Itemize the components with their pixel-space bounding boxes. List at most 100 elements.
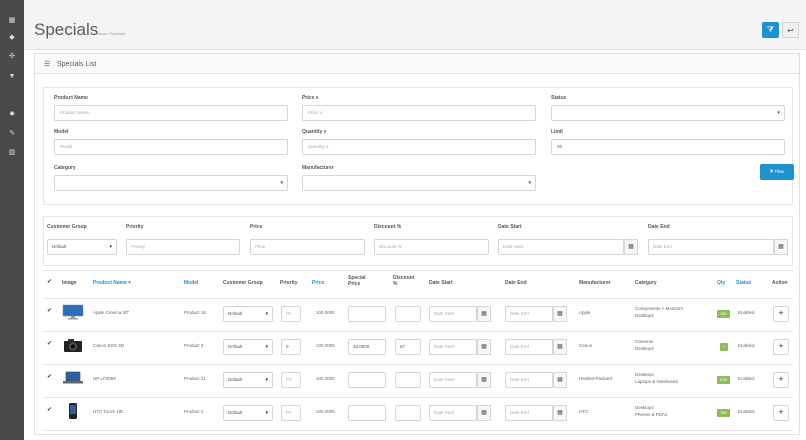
- limit-input[interactable]: 20: [551, 139, 785, 155]
- priority-input[interactable]: Pri: [281, 306, 301, 322]
- special-price-input[interactable]: 33.0000: [348, 339, 386, 355]
- cart-icon[interactable]: ▼: [0, 72, 24, 82]
- calendar-icon[interactable]: ▦: [477, 306, 491, 322]
- date-end-input[interactable]: Date End: [505, 405, 553, 421]
- divider: [43, 216, 44, 266]
- sf-discount-input[interactable]: Discount %: [374, 239, 489, 255]
- col-model[interactable]: Model: [184, 280, 198, 286]
- product-thumbnail: [62, 403, 84, 419]
- col-price[interactable]: Price: [312, 280, 324, 286]
- manufacturer: Hewlett-Packard: [579, 376, 613, 381]
- add-special-button[interactable]: +: [773, 306, 789, 322]
- reply-icon: ↩: [787, 26, 794, 35]
- sf-date-end-input[interactable]: Date End: [648, 239, 774, 255]
- qty-badge: 1000: [717, 376, 730, 384]
- back-button[interactable]: ↩: [782, 22, 799, 38]
- special-price-input[interactable]: [348, 306, 386, 322]
- sf-priority-label: Priority: [126, 224, 144, 230]
- date-end-input[interactable]: Date End: [505, 372, 553, 388]
- calendar-icon[interactable]: ▦: [553, 405, 567, 421]
- special-price-input[interactable]: [348, 405, 386, 421]
- add-special-button[interactable]: +: [773, 372, 789, 388]
- calendar-icon[interactable]: ▦: [477, 372, 491, 388]
- filter-toggle-button[interactable]: ⧩: [762, 22, 779, 38]
- quantity-input[interactable]: Quantity ≥: [302, 139, 536, 155]
- row-checkbox[interactable]: ✔: [47, 340, 52, 347]
- row-divider: [43, 430, 793, 431]
- date-start-input[interactable]: Date Start: [429, 405, 477, 421]
- discount-input[interactable]: [395, 405, 421, 421]
- special-price-input[interactable]: [348, 372, 386, 388]
- product-thumbnail: [62, 337, 84, 353]
- col-qty[interactable]: Qty: [717, 280, 725, 286]
- status-text: Enabled: [738, 409, 755, 414]
- customer-group-select[interactable]: Default ▾: [223, 372, 273, 388]
- discount-input[interactable]: 67: [395, 339, 421, 355]
- discount-input[interactable]: [395, 372, 421, 388]
- sf-customer-group-select[interactable]: Default ▾: [47, 239, 117, 255]
- date-start-input[interactable]: Date Start: [429, 306, 477, 322]
- puzzle-icon[interactable]: ✣: [0, 52, 24, 62]
- manufacturer: Apple: [579, 310, 591, 315]
- priority-input[interactable]: Pri: [281, 405, 301, 421]
- sf-date-end-label: Date End: [648, 224, 670, 230]
- calendar-icon[interactable]: ▦: [553, 372, 567, 388]
- col-status[interactable]: Status: [736, 280, 751, 286]
- page-header: Specials Home / Specials ⧩ ↩: [24, 0, 806, 50]
- date-end-input[interactable]: Date End: [505, 306, 553, 322]
- calendar-icon[interactable]: ▦: [553, 306, 567, 322]
- product-name-input[interactable]: Product Name: [54, 105, 288, 121]
- filter-button[interactable]: ⧩ Filter: [760, 164, 794, 180]
- select-all-checkbox[interactable]: ✔: [47, 278, 52, 285]
- price-input[interactable]: Price ≥: [302, 105, 536, 121]
- priority-input[interactable]: Pri: [281, 372, 301, 388]
- gear-icon[interactable]: ✹: [0, 110, 24, 120]
- date-start-input[interactable]: Date Start: [429, 339, 477, 355]
- divider: [43, 270, 793, 271]
- customer-group-select[interactable]: Default ▾: [223, 405, 273, 421]
- calendar-icon[interactable]: ▦: [477, 405, 491, 421]
- caret-down-icon: ▾: [109, 244, 112, 250]
- customer-group-select[interactable]: Default ▾: [223, 339, 273, 355]
- wrench-icon[interactable]: ✎: [0, 129, 24, 139]
- col-discount: Discount %: [393, 275, 415, 287]
- row-checkbox[interactable]: ✔: [47, 406, 52, 413]
- dashboard-icon[interactable]: ▦: [0, 16, 24, 26]
- category-line-1: Components > Monitors: [635, 306, 683, 311]
- model-input[interactable]: Model: [54, 139, 288, 155]
- col-product-name[interactable]: Product Name ▾: [93, 280, 131, 286]
- breadcrumb-specials[interactable]: Specials: [110, 31, 125, 36]
- product-name: Apple Cinema 30": [93, 310, 130, 315]
- calendar-icon[interactable]: ▦: [553, 339, 567, 355]
- date-start-input[interactable]: Date Start: [429, 372, 477, 388]
- tag-icon[interactable]: ◆: [0, 33, 24, 43]
- price: 100.0000: [316, 343, 335, 348]
- manufacturer-label: Manufacturer: [302, 165, 334, 171]
- manufacturer-select[interactable]: ▾: [302, 175, 536, 191]
- row-checkbox[interactable]: ✔: [47, 373, 52, 380]
- calendar-icon[interactable]: ▦: [477, 339, 491, 355]
- status-select[interactable]: ▾: [551, 105, 785, 121]
- customer-group-select[interactable]: Default ▾: [223, 306, 273, 322]
- calendar-icon[interactable]: ▦: [624, 239, 638, 255]
- calendar-icon[interactable]: ▦: [774, 239, 788, 255]
- sf-priority-input[interactable]: Priority: [126, 239, 240, 255]
- breadcrumb-home[interactable]: Home: [96, 31, 107, 36]
- sf-price-input[interactable]: Price: [250, 239, 365, 255]
- category-line-1: Desktops: [635, 405, 654, 410]
- add-special-button[interactable]: +: [773, 405, 789, 421]
- sf-date-start-input[interactable]: Date Start: [498, 239, 624, 255]
- page-title: Specials: [34, 20, 99, 39]
- priority-input[interactable]: 0: [281, 339, 301, 355]
- status-text: Enabled: [738, 310, 755, 315]
- discount-input[interactable]: [395, 306, 421, 322]
- model: Product 21: [184, 376, 206, 381]
- caret-down-icon: ▾: [280, 180, 283, 186]
- date-end-input[interactable]: Date End: [505, 339, 553, 355]
- bar-chart-icon[interactable]: ▥: [0, 148, 24, 158]
- product-name-label: Product Name: [54, 95, 88, 101]
- row-checkbox[interactable]: ✔: [47, 307, 52, 314]
- product-filter: Product Name Product Name Price ≥ Price …: [43, 87, 793, 205]
- add-special-button[interactable]: +: [773, 339, 789, 355]
- category-select[interactable]: ▾: [54, 175, 288, 191]
